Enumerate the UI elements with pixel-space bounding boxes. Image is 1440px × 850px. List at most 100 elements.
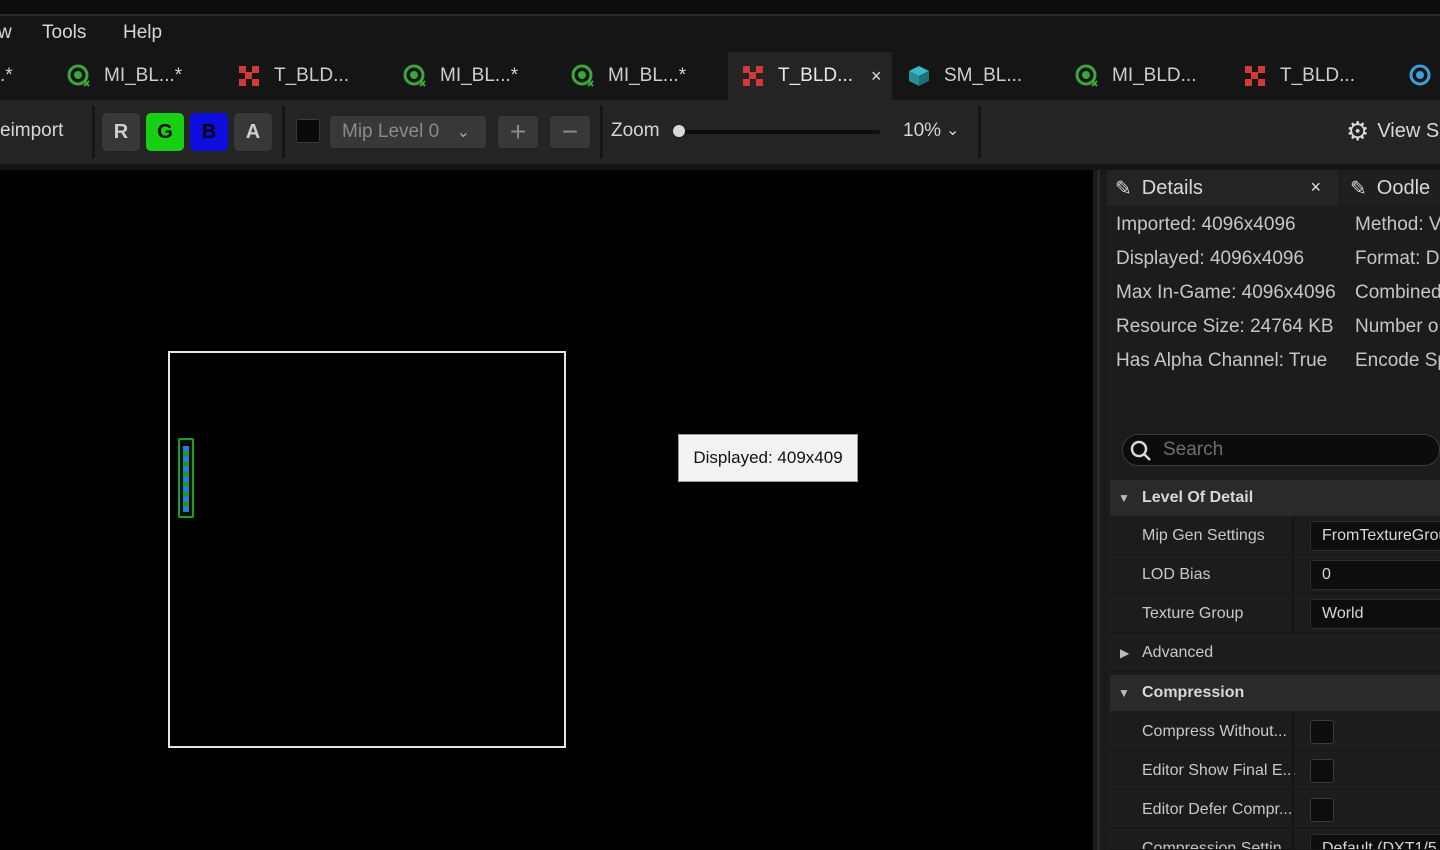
property-label: LOD Bias xyxy=(1142,566,1211,583)
property-advanced[interactable]: ▶ Advanced xyxy=(1110,634,1440,672)
tab-partial[interactable]: .* xyxy=(0,52,13,100)
info-method: Method: V xyxy=(1355,214,1440,235)
tab-label: MI_BL...* xyxy=(440,65,519,86)
oodle-tab-label: Oodle xyxy=(1376,176,1431,199)
zoom-label: Zoom xyxy=(611,120,660,141)
tab-label: T_BLD... xyxy=(1280,65,1355,86)
chevron-down-icon[interactable]: ⌄ xyxy=(946,120,959,140)
channel-g-toggle[interactable]: G xyxy=(146,113,184,151)
tab-label: MI_BL...* xyxy=(104,65,183,86)
section-compression[interactable]: ▼ Compression xyxy=(1110,675,1440,711)
compress-without-checkbox[interactable] xyxy=(1310,720,1334,744)
material-instance-icon xyxy=(67,64,90,87)
property-label: Texture Group xyxy=(1142,605,1244,622)
toolbar-separator xyxy=(600,106,603,158)
reimport-button[interactable]: eimport xyxy=(0,120,63,142)
tab-label: .* xyxy=(0,65,13,86)
info-combined: Combined xyxy=(1355,282,1440,303)
texture-icon xyxy=(743,66,763,86)
info-encode-speed: Encode Sp xyxy=(1355,350,1440,371)
compression-settings-dropdown[interactable]: Default (DXT1/5 xyxy=(1310,834,1440,849)
property-editor-defer: Editor Defer Compr... xyxy=(1110,791,1440,829)
toolbar-separator xyxy=(282,106,285,158)
expand-triangle-icon: ▼ xyxy=(1118,686,1130,700)
property-label: Compression Settin xyxy=(1142,840,1282,850)
mip-gen-dropdown[interactable]: FromTextureGrou xyxy=(1310,521,1440,551)
close-icon[interactable]: × xyxy=(871,66,882,87)
menu-item-tools[interactable]: Tools xyxy=(42,22,86,44)
tab-label: SM_BL... xyxy=(944,65,1023,86)
tab-mi-bl-1[interactable]: MI_BL...* xyxy=(66,52,182,100)
material-instance-icon xyxy=(571,64,594,87)
section-level-of-detail[interactable]: ▼ Level Of Detail xyxy=(1110,480,1440,516)
texture-content-mark xyxy=(178,438,194,518)
toolbar-separator xyxy=(92,106,95,158)
details-search[interactable]: Search xyxy=(1122,434,1440,466)
search-icon xyxy=(1130,440,1151,461)
collapsed-triangle-icon: ▶ xyxy=(1120,646,1130,660)
asset-tab-bar: .* MI_BL...* T_BLD... MI_BL...* MI_BL...… xyxy=(0,52,1440,100)
menu-item-help[interactable]: Help xyxy=(123,22,162,44)
displayed-size-tooltip: Displayed: 409x409 xyxy=(678,434,858,482)
mip-increase-button[interactable]: + xyxy=(498,116,538,148)
property-editor-show-final: Editor Show Final E... xyxy=(1110,752,1440,790)
material-function-icon xyxy=(1409,64,1431,86)
mip-level-dropdown[interactable]: Mip Level 0 ⌄ xyxy=(330,116,486,148)
tab-label: T_BLD... xyxy=(778,65,853,86)
tab-t-bld-2[interactable]: T_BLD... xyxy=(1242,52,1355,100)
pencil-icon: ✎ xyxy=(1350,177,1367,200)
details-tab-label: Details xyxy=(1141,176,1203,199)
tab-details[interactable]: ✎ Details × xyxy=(1107,170,1339,206)
property-label: Editor Show Final E... xyxy=(1142,762,1296,779)
property-compress-without: Compress Without... xyxy=(1110,713,1440,751)
panel-splitter[interactable] xyxy=(1093,170,1107,850)
editor-defer-checkbox[interactable] xyxy=(1310,798,1334,822)
zoom-slider-handle[interactable] xyxy=(673,125,685,137)
tab-mi-bl-2[interactable]: MI_BL...* xyxy=(402,52,518,100)
mip-decrease-button[interactable]: − xyxy=(550,116,590,148)
close-icon[interactable]: × xyxy=(1310,177,1321,198)
property-mip-gen-settings: Mip Gen Settings FromTextureGrou xyxy=(1110,517,1440,555)
chevron-down-icon: ⌄ xyxy=(456,124,470,141)
material-instance-icon xyxy=(403,64,426,87)
zoom-value[interactable]: 10% xyxy=(903,120,941,142)
channel-b-toggle[interactable]: B xyxy=(190,113,228,151)
channel-r-toggle[interactable]: R xyxy=(102,113,140,151)
tab-mi-bl-3[interactable]: MI_BL...* xyxy=(570,52,686,100)
property-label: Advanced xyxy=(1142,644,1214,661)
zoom-slider-track[interactable] xyxy=(680,130,880,134)
view-settings-button[interactable]: ⚙ View S xyxy=(1346,116,1439,147)
section-title: Level Of Detail xyxy=(1142,489,1254,506)
info-imported: Imported: 4096x4096 xyxy=(1116,214,1296,235)
section-title: Compression xyxy=(1142,684,1245,701)
tab-mi-bld[interactable]: MI_BLD... xyxy=(1074,52,1196,100)
info-has-alpha: Has Alpha Channel: True xyxy=(1116,350,1328,371)
editor-show-final-checkbox[interactable] xyxy=(1310,759,1334,783)
channel-a-toggle[interactable]: A xyxy=(234,113,272,151)
property-label: Mip Gen Settings xyxy=(1142,527,1265,544)
tab-overflow[interactable] xyxy=(1408,52,1440,100)
tab-oodle[interactable]: ✎ Oodle xyxy=(1342,170,1440,206)
property-compression-settings: Compression Settin Default (DXT1/5 xyxy=(1110,830,1440,850)
tab-t-bld-1[interactable]: T_BLD... xyxy=(236,52,349,100)
texture-icon xyxy=(1245,66,1265,86)
menu-bar: w Tools Help xyxy=(0,16,1440,52)
info-displayed: Displayed: 4096x4096 xyxy=(1116,248,1305,269)
tab-sm-bl[interactable]: SM_BL... xyxy=(906,52,1022,100)
gear-icon: ⚙ xyxy=(1346,116,1370,146)
toolbar-separator xyxy=(978,106,981,158)
view-settings-label: View S xyxy=(1377,120,1440,142)
pencil-icon: ✎ xyxy=(1115,177,1132,200)
lod-bias-input[interactable]: 0 xyxy=(1310,560,1440,590)
title-strip xyxy=(0,0,1440,16)
info-resource-size: Resource Size: 24764 KB xyxy=(1116,316,1334,337)
tab-label: MI_BL...* xyxy=(608,65,687,86)
menu-item-partial[interactable]: w xyxy=(0,22,12,44)
info-format: Format: D xyxy=(1355,248,1440,269)
expand-triangle-icon: ▼ xyxy=(1118,491,1130,505)
texture-group-dropdown[interactable]: World xyxy=(1310,599,1440,629)
background-color-swatch[interactable] xyxy=(296,119,320,143)
tab-t-bld-active[interactable]: T_BLD... × xyxy=(728,52,892,100)
tab-label: T_BLD... xyxy=(274,65,349,86)
search-input[interactable]: Search xyxy=(1163,439,1223,461)
